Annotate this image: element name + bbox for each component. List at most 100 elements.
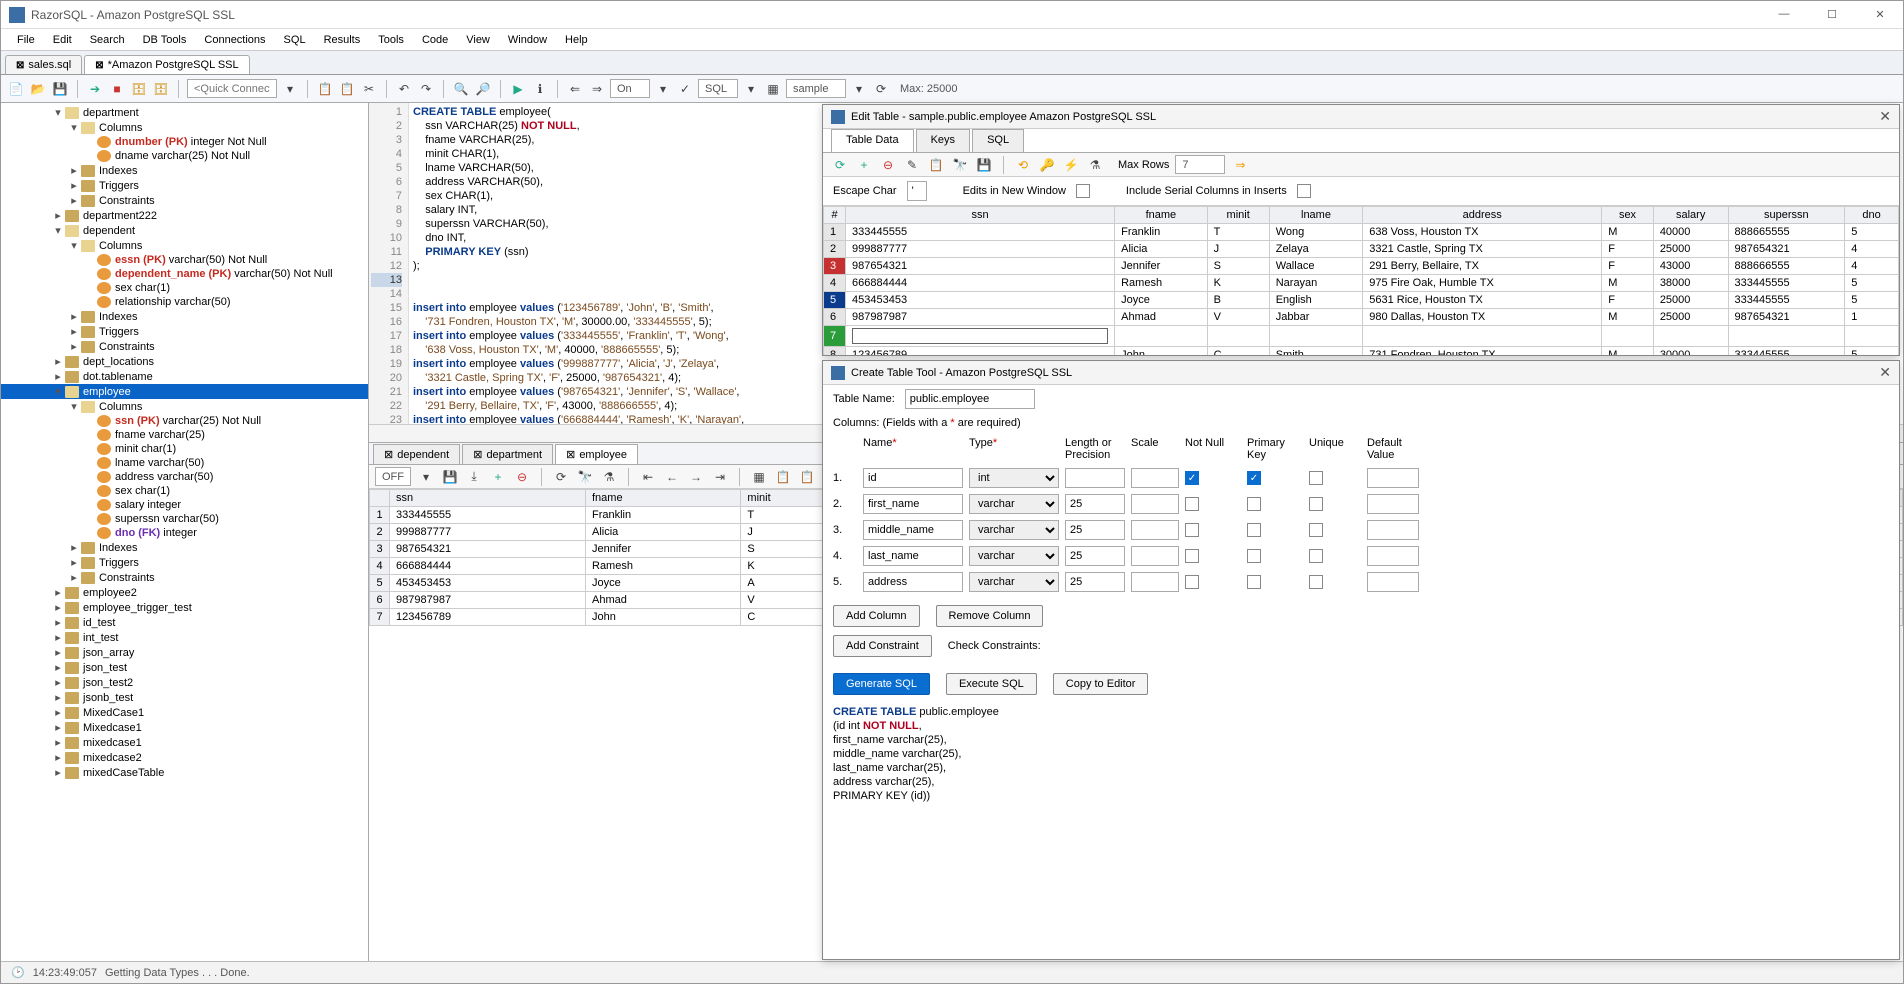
max-rows-input[interactable] [1175, 155, 1225, 174]
close-button[interactable]: ✕ [1865, 8, 1895, 21]
tree-node[interactable]: fname varchar(25) [1, 428, 368, 442]
save-icon[interactable]: 💾 [51, 80, 69, 98]
cell[interactable]: V [1207, 309, 1269, 326]
row-header[interactable]: 2 [824, 241, 846, 258]
col-scale-input[interactable] [1131, 494, 1179, 514]
delete-icon[interactable]: ⊖ [879, 156, 897, 174]
col-name-input[interactable] [863, 546, 963, 566]
column-header[interactable] [370, 490, 390, 507]
cell[interactable]: 666884444 [390, 558, 586, 575]
cell[interactable]: 123456789 [846, 347, 1115, 356]
tree-node[interactable]: address varchar(50) [1, 470, 368, 484]
dd-icon[interactable]: ▾ [417, 468, 435, 486]
menu-view[interactable]: View [458, 32, 498, 48]
primary-key-checkbox[interactable]: ✓ [1247, 471, 1261, 485]
tree-node[interactable]: ▸department222 [1, 208, 368, 223]
default-input[interactable] [1367, 520, 1419, 540]
cell[interactable]: 987987987 [846, 309, 1115, 326]
tree-twisty-icon[interactable]: ▸ [53, 601, 63, 614]
undo-icon[interactable]: ⟲ [1014, 156, 1032, 174]
copy2-icon[interactable]: 📋 [798, 468, 816, 486]
edit-tab[interactable]: Table Data [831, 129, 914, 152]
tree-node[interactable]: lname varchar(50) [1, 456, 368, 470]
cell[interactable]: 987654321 [390, 541, 586, 558]
maximize-button[interactable]: ☐ [1817, 8, 1847, 21]
cell[interactable]: 40000 [1653, 224, 1728, 241]
quick-connect-input[interactable] [187, 79, 277, 98]
column-header[interactable]: fname [1115, 207, 1208, 224]
dropdown-icon[interactable]: ▾ [281, 80, 299, 98]
on-dd-icon[interactable]: ▾ [654, 80, 672, 98]
tree-node[interactable]: essn (PK) varchar(50) Not Null [1, 253, 368, 267]
cell[interactable]: K [1207, 275, 1269, 292]
menu-results[interactable]: Results [316, 32, 369, 48]
column-header[interactable]: ssn [846, 207, 1115, 224]
cell[interactable]: 5 [1845, 292, 1899, 309]
tree-node[interactable]: ▸Constraints [1, 339, 368, 354]
cell[interactable]: 980 Dallas, Houston TX [1363, 309, 1602, 326]
refresh-icon[interactable]: ⟳ [552, 468, 570, 486]
tree-node[interactable]: ▾department [1, 105, 368, 120]
column-header[interactable]: sex [1602, 207, 1654, 224]
row-header[interactable]: 3 [824, 258, 846, 275]
default-input[interactable] [1367, 494, 1419, 514]
cell[interactable]: F [1602, 292, 1654, 309]
copy-icon[interactable]: 📋 [927, 156, 945, 174]
add-icon[interactable]: + [489, 468, 507, 486]
filter-icon[interactable]: ⚗ [1086, 156, 1104, 174]
copy-icon[interactable]: 📋 [316, 80, 334, 98]
close-icon[interactable]: ✕ [1879, 364, 1891, 381]
tree-node[interactable]: ▸Constraints [1, 570, 368, 585]
col-scale-input[interactable] [1131, 468, 1179, 488]
menu-window[interactable]: Window [500, 32, 555, 48]
tree-node[interactable]: ▸Triggers [1, 555, 368, 570]
row-header[interactable]: 8 [824, 347, 846, 356]
cell[interactable]: 987654321 [846, 258, 1115, 275]
row-header[interactable]: 7 [824, 326, 846, 347]
add-constraint-button[interactable]: Add Constraint [833, 635, 932, 657]
tree-node[interactable]: ▸Triggers [1, 324, 368, 339]
stop-icon[interactable]: ■ [108, 80, 126, 98]
tree-twisty-icon[interactable]: ▸ [53, 586, 63, 599]
tree-twisty-icon[interactable]: ▸ [53, 631, 63, 644]
col-scale-input[interactable] [1131, 520, 1179, 540]
unique-checkbox[interactable] [1309, 549, 1323, 563]
menu-db-tools[interactable]: DB Tools [135, 32, 195, 48]
tree-node[interactable]: ssn (PK) varchar(25) Not Null [1, 414, 368, 428]
tree-twisty-icon[interactable]: ▸ [69, 571, 79, 584]
cell[interactable]: Smith [1269, 347, 1363, 356]
new-icon[interactable]: 📄 [7, 80, 25, 98]
column-header[interactable]: fname [586, 490, 741, 507]
unique-checkbox[interactable] [1309, 523, 1323, 537]
tree-node[interactable]: superssn varchar(50) [1, 512, 368, 526]
undo-icon[interactable]: ↶ [395, 80, 413, 98]
key-icon[interactable]: 🔑 [1038, 156, 1056, 174]
result-tab[interactable]: ⊠department [462, 444, 553, 464]
redo-icon[interactable]: ↷ [417, 80, 435, 98]
cell[interactable] [1728, 326, 1845, 347]
not-null-checkbox[interactable] [1185, 523, 1199, 537]
not-null-checkbox[interactable]: ✓ [1185, 471, 1199, 485]
cell[interactable] [846, 326, 1115, 347]
cell[interactable]: 987654321 [1728, 241, 1845, 258]
cell[interactable]: M [1602, 224, 1654, 241]
tree-node[interactable]: ▾Columns [1, 120, 368, 135]
tree-twisty-icon[interactable]: ▾ [53, 106, 63, 119]
tree-node[interactable]: ▾dependent [1, 223, 368, 238]
tree-node[interactable]: ▸json_array [1, 645, 368, 660]
save-icon[interactable]: 💾 [975, 156, 993, 174]
refresh-icon[interactable]: ⟳ [831, 156, 849, 174]
not-null-checkbox[interactable] [1185, 497, 1199, 511]
cell[interactable]: 888665555 [1728, 224, 1845, 241]
binoculars-icon[interactable]: 🔭 [576, 468, 594, 486]
tree-node[interactable]: ▸dot.tablename [1, 369, 368, 384]
schema-dd-icon[interactable]: ▾ [850, 80, 868, 98]
default-input[interactable] [1367, 572, 1419, 592]
tree-node[interactable]: sex char(1) [1, 484, 368, 498]
cell[interactable]: 333445555 [1728, 292, 1845, 309]
execute-icon[interactable]: ➔ [86, 80, 104, 98]
off-select[interactable] [375, 467, 411, 486]
cell[interactable]: Jennifer [586, 541, 741, 558]
tree-twisty-icon[interactable]: ▸ [69, 541, 79, 554]
cell[interactable]: 333445555 [846, 224, 1115, 241]
